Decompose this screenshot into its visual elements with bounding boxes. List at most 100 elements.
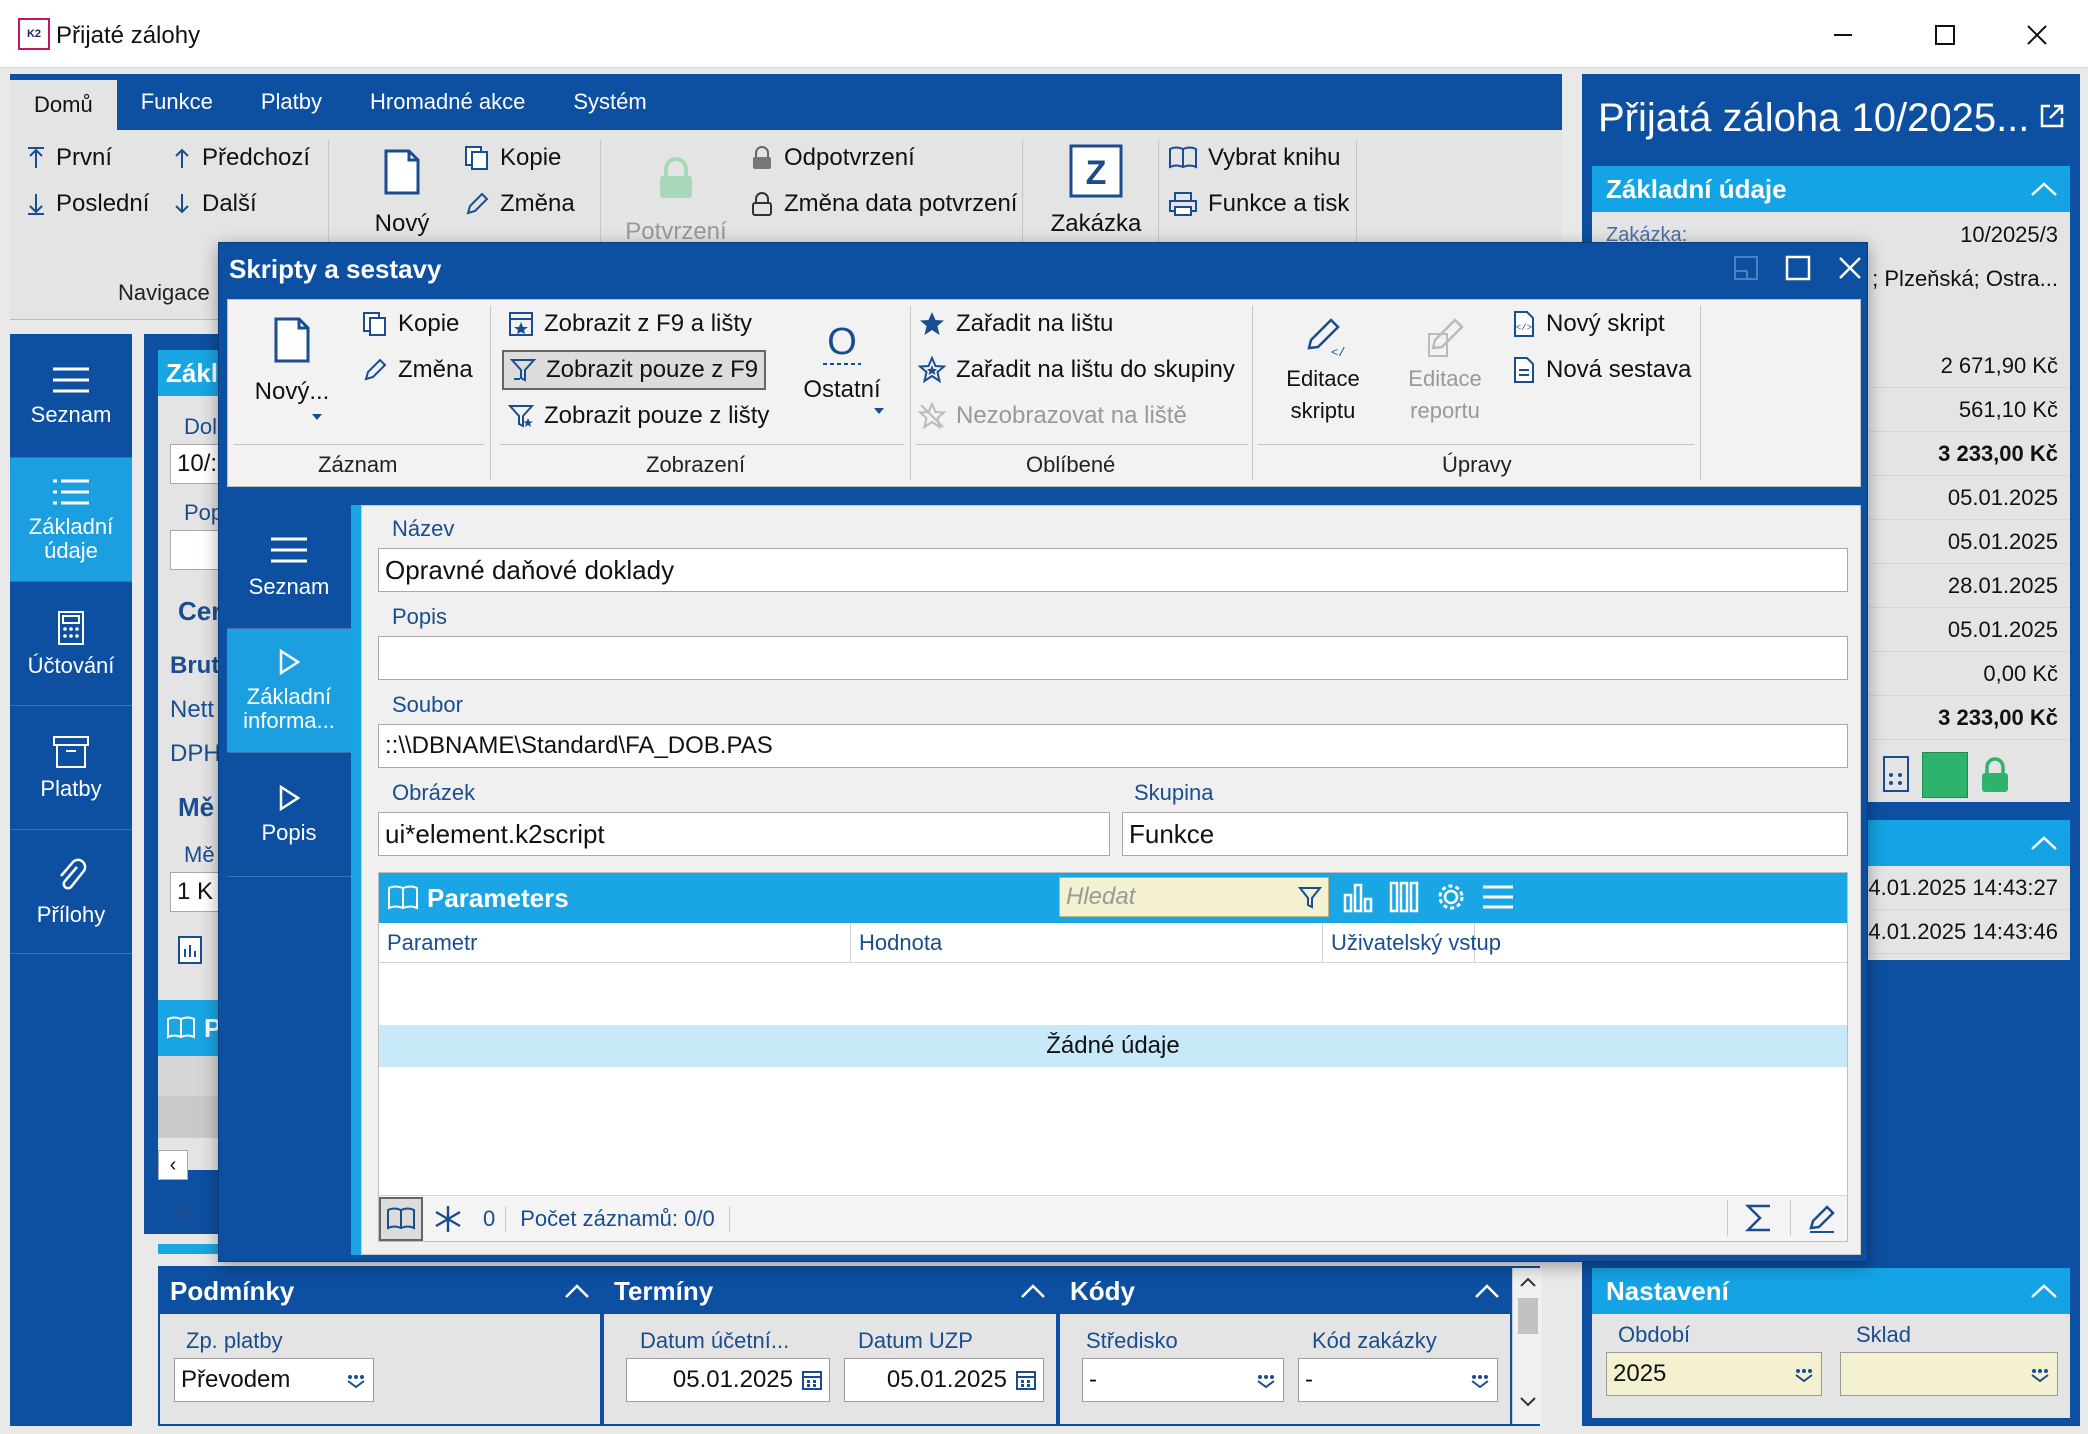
group-divider	[1258, 444, 1694, 445]
chart-columns-icon[interactable]	[1343, 881, 1375, 913]
column-parameter[interactable]: Parametr	[379, 922, 851, 963]
dialog-window-controls	[1733, 255, 1863, 281]
close-icon	[2027, 25, 2047, 45]
tab-home[interactable]: Domů	[10, 80, 117, 130]
change-confirm-date-button[interactable]: Změna data potvrzení	[750, 190, 1017, 218]
nav-item-list[interactable]: Seznam	[10, 334, 132, 458]
add-bar-group-label: Zařadit na lištu do skupiny	[956, 356, 1235, 383]
arrow-down-last-icon	[28, 194, 44, 215]
uzp-date-field[interactable]: 05.01.2025	[844, 1358, 1044, 1402]
copy-icon	[363, 312, 386, 336]
payment-combo[interactable]: Převodem	[174, 1358, 374, 1402]
minimize-button[interactable]	[1808, 10, 1878, 60]
minimize-icon	[1834, 34, 1852, 36]
last-button[interactable]: Poslední	[26, 190, 149, 218]
tab-payments[interactable]: Platby	[237, 74, 346, 130]
nav-item-accounting[interactable]: Účtování	[10, 582, 132, 706]
show-f9-only-button[interactable]: Zobrazit pouze z F9	[502, 350, 767, 390]
image-field[interactable]: ui*element.k2script	[378, 812, 1110, 856]
description-field[interactable]	[378, 636, 1848, 680]
star-disabled-icon	[918, 402, 946, 430]
scroll-left-button[interactable]: ‹	[158, 1150, 188, 1180]
other-button[interactable]: O Ostatní	[792, 320, 892, 416]
add-to-bar-button[interactable]: Zařadit na lištu	[918, 310, 1113, 338]
show-bar-only-button[interactable]: Zobrazit pouze z lišty	[508, 402, 769, 430]
filter-star-icon	[508, 405, 534, 428]
dialog-nav-list[interactable]: Seznam	[227, 505, 351, 629]
main-left-nav: Seznam Základní údaje Účtování Platby Př…	[10, 334, 132, 1426]
chevron-up-icon	[565, 1284, 589, 1298]
hide-from-bar-button[interactable]: Nezobrazovat na liště	[918, 402, 1187, 430]
new-report-button[interactable]: Nová sestava	[1512, 356, 1691, 384]
columns-icon[interactable]	[1389, 881, 1421, 913]
nav-item-payments[interactable]: Platby	[10, 706, 132, 830]
maximize-button[interactable]	[1910, 10, 1980, 60]
order-button[interactable]: Z Zakázka	[1048, 144, 1144, 238]
report-file-icon	[1514, 357, 1534, 383]
column-user-input[interactable]: Uživatelský vstup	[1323, 922, 1501, 963]
tab-functions[interactable]: Funkce	[117, 74, 237, 130]
menu-icon[interactable]	[1481, 881, 1515, 913]
parameters-grid: Parameters Hledat Parametr Hodnota Uživa…	[378, 872, 1848, 1242]
dialog-nav-basic-info[interactable]: Základní informa...	[227, 629, 351, 753]
center-combo[interactable]: -	[1082, 1358, 1284, 1402]
choose-book-button[interactable]: Vybrat knihu	[1168, 144, 1341, 172]
search-input[interactable]: Hledat	[1059, 877, 1329, 917]
tab-bulk-actions[interactable]: Hromadné akce	[346, 74, 549, 130]
edit-script-button[interactable]: </> Editace skriptu	[1268, 314, 1378, 424]
dialog-nav-description[interactable]: Popis	[227, 753, 351, 877]
dropdown-icon	[2031, 1369, 2049, 1383]
functions-print-label: Funkce a tisk	[1208, 190, 1350, 217]
nav-item-attachments[interactable]: Přílohy	[10, 830, 132, 954]
uzp-label: Datum UZP	[858, 1328, 973, 1353]
change-button[interactable]: Změna	[362, 356, 473, 384]
nav-item-basic-data[interactable]: Základní údaje	[10, 458, 132, 582]
close-icon[interactable]	[1837, 255, 1863, 281]
gear-icon[interactable]	[1435, 881, 1467, 913]
period-combo[interactable]: 2025	[1606, 1352, 1822, 1396]
pencil-icon[interactable]	[1807, 1202, 1837, 1234]
edit-report-button[interactable]: Editace reportu	[1390, 314, 1500, 424]
filter-snowflake-button-main[interactable]	[162, 1192, 202, 1232]
column-value[interactable]: Hodnota	[851, 922, 1323, 963]
chevron-down-icon	[312, 414, 322, 420]
copy-button[interactable]: Kopie	[362, 310, 459, 338]
file-field[interactable]: ::\\DBNAME\Standard\FA_DOB.PAS	[378, 724, 1848, 768]
scroll-thumb[interactable]	[1518, 1298, 1538, 1334]
dialog-title: Skripty a sestavy	[229, 253, 442, 284]
next-button[interactable]: Další	[172, 190, 257, 218]
confirm-button[interactable]: Potvrzení	[616, 156, 736, 246]
acc-date-field[interactable]: 05.01.2025	[626, 1358, 830, 1402]
sum-icon[interactable]	[1744, 1202, 1774, 1234]
close-button[interactable]	[2002, 10, 2072, 60]
order-code-combo[interactable]: -	[1298, 1358, 1498, 1402]
filter-snowflake-button[interactable]	[423, 1204, 473, 1234]
show-f9-and-bar-button[interactable]: Zobrazit z F9 a lišty	[508, 310, 752, 338]
functions-print-button[interactable]: Funkce a tisk	[1168, 190, 1349, 218]
open-detail-button[interactable]	[2038, 102, 2066, 130]
previous-button[interactable]: Předchozí	[172, 144, 310, 172]
store-combo[interactable]	[1840, 1352, 2058, 1396]
copy-button[interactable]: Kopie	[464, 144, 561, 172]
name-field[interactable]: Opravné daňové doklady	[378, 548, 1848, 592]
add-to-bar-group-button[interactable]: Zařadit na lištu do skupiny	[918, 356, 1235, 384]
new-script-record-button[interactable]: Nový...	[252, 316, 332, 422]
bottom-scrollbar[interactable]	[1512, 1268, 1542, 1424]
group-field[interactable]: Funkce	[1122, 812, 1848, 856]
ribbon-separator	[910, 306, 911, 480]
first-button[interactable]: První	[26, 144, 112, 172]
lock-icon	[660, 157, 692, 198]
new-script-button[interactable]: </> Nový skript	[1512, 310, 1665, 338]
report-button[interactable]	[170, 930, 210, 970]
new-script-label: Nový skript	[1546, 310, 1665, 337]
unconfirm-button[interactable]: Odpotvrzení	[750, 144, 915, 172]
book-toggle-button[interactable]	[379, 1196, 423, 1241]
tab-system[interactable]: Systém	[549, 74, 670, 130]
restore-icon[interactable]	[1733, 255, 1759, 281]
pencil-icon	[364, 358, 387, 381]
group-divider	[916, 444, 1248, 445]
change-button[interactable]: Změna	[464, 190, 575, 218]
maximize-icon[interactable]	[1785, 255, 1811, 281]
payment-value: Převodem	[181, 1366, 291, 1393]
codes-section-head: Kódy	[1060, 1268, 1510, 1314]
